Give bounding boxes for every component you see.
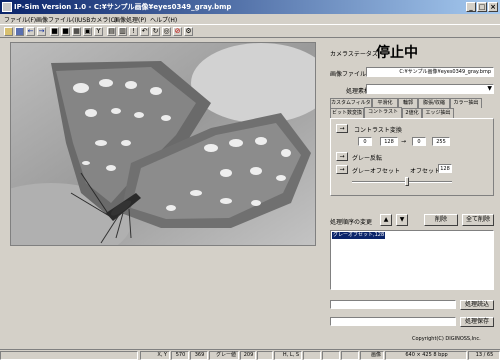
app-icon [2, 2, 12, 12]
status-l-value [322, 351, 340, 360]
status-image-label: 画像 [360, 351, 384, 360]
grid-icon[interactable]: ▦ [72, 27, 81, 36]
contrast-title: コントラスト変換 [354, 127, 402, 134]
undo-icon[interactable]: ↶ [140, 27, 149, 36]
back-arrow-icon[interactable]: ← [26, 27, 35, 36]
save-path-field[interactable] [330, 317, 456, 326]
grey-offset-button[interactable]: → [336, 165, 348, 174]
status-gray-label: グレー値 [209, 351, 239, 360]
info-icon[interactable]: ! [129, 27, 138, 36]
contrast-in-low[interactable]: 0 [358, 137, 372, 146]
status-x-value: 570 [171, 351, 189, 360]
tab-bit-depth[interactable]: ビット数変換 [330, 108, 364, 118]
toolbar: ← → ■ ■ ▦ ▣ Y ▤ ▥ ! ↶ ↻ ◎ ⊘ ⚙ [0, 24, 500, 38]
save-process-button[interactable]: 処理保存 [460, 317, 494, 327]
status-y-value: 369 [190, 351, 208, 360]
tab-contrast[interactable]: コントラスト [364, 107, 402, 118]
offset-label: オフセット [410, 168, 441, 175]
close-icon[interactable]: × [488, 2, 498, 12]
grey-invert-button[interactable]: → [336, 152, 348, 161]
butterfly-image [11, 43, 315, 245]
stop-icon[interactable]: ■ [61, 27, 70, 36]
menu-file[interactable]: ファイル(F) [4, 15, 36, 24]
save-icon[interactable] [15, 27, 24, 36]
maximize-icon[interactable]: □ [477, 2, 487, 12]
contrast-arrow-icon: → [401, 138, 407, 145]
menu-usb-camera[interactable]: USBカメラ(C) [78, 15, 117, 24]
delete-button[interactable]: 削除 [424, 214, 458, 226]
refresh-icon[interactable]: ↻ [151, 27, 160, 36]
process-order-label: 処理順序の変更 [330, 219, 373, 226]
cancel-icon[interactable]: ⊘ [173, 27, 182, 36]
contrast-apply-button[interactable]: → [336, 124, 348, 133]
status-xy-label: X, Y [140, 351, 170, 360]
load-path-field[interactable] [330, 300, 456, 309]
load-process-button[interactable]: 処理読込 [460, 300, 494, 310]
menu-help[interactable]: ヘルプ(H) [150, 15, 177, 24]
copyright-text: Copyright(C) DIGINOSS,Inc. [412, 336, 481, 342]
offset-slider-thumb[interactable] [405, 177, 409, 186]
menu-image-file[interactable]: 画像ファイル(I) [36, 15, 78, 24]
menu-bar: ファイル(F) 画像ファイル(I) USBカメラ(C) 画像処理(P) ヘルプ(… [0, 14, 500, 24]
process-list[interactable]: グレーオフセット,128 [330, 230, 494, 290]
image-file-field: C:¥サンプル画像¥eyes0349_gray.bmp [366, 67, 494, 77]
chevron-down-icon: ▼ [487, 85, 492, 92]
record-icon[interactable]: ■ [50, 27, 59, 36]
camera-status-label: カメラステータス [330, 51, 378, 58]
window-title: IP-Sim Version 1.0 - C:¥サンプル画像¥eyes0349_… [14, 3, 232, 11]
grey-invert-label: グレー反転 [352, 155, 383, 162]
status-gray-value: 209 [240, 351, 256, 360]
tab-dilate-erode[interactable]: 膨張/収縮 [418, 98, 450, 108]
delete-all-button[interactable]: 全て削除 [462, 214, 494, 226]
status-empty-segment [0, 351, 138, 360]
status-bar: X, Y 570 369 グレー値 209 H, L, S 画像 640 × 4… [0, 349, 500, 360]
contrast-in-high[interactable]: 128 [380, 137, 398, 146]
list-item[interactable]: グレーオフセット,128 [332, 232, 386, 239]
tab-color-extract[interactable]: カラー抽出 [450, 98, 482, 108]
offset-value-field[interactable]: 128 [438, 164, 452, 173]
open-folder-icon[interactable] [4, 27, 13, 36]
filter-icon[interactable]: Y [94, 27, 103, 36]
status-zoom: 13 / 65 [468, 351, 500, 360]
status-h-value [303, 351, 321, 360]
forward-arrow-icon[interactable]: → [37, 27, 46, 36]
image-viewer[interactable] [10, 42, 316, 246]
process-category-select[interactable]: ▼ [366, 84, 494, 94]
grey-offset-label: グレーオフセット [352, 168, 401, 175]
status-blank-1 [257, 351, 273, 360]
camera-status-value: 停止中 [376, 45, 418, 61]
move-up-button[interactable]: ▲ [380, 214, 392, 226]
contrast-out-high[interactable]: 255 [432, 137, 450, 146]
contrast-out-low[interactable]: 0 [412, 137, 426, 146]
paste-icon[interactable]: ▥ [118, 27, 127, 36]
status-s-value [341, 351, 359, 360]
tab-binarize[interactable]: 2値化 [402, 108, 422, 118]
status-image-size: 640 × 425 8 bpp [385, 351, 467, 360]
title-bar: IP-Sim Version 1.0 - C:¥サンプル画像¥eyes0349_… [0, 0, 500, 14]
minimize-icon[interactable]: _ [466, 2, 476, 12]
zoom-icon[interactable]: ◎ [162, 27, 171, 36]
settings-icon[interactable]: ⚙ [184, 27, 193, 36]
menu-image-processing[interactable]: 画像処理(P) [114, 15, 146, 24]
status-hls-label: H, L, S [274, 351, 302, 360]
camera-icon[interactable]: ▣ [83, 27, 92, 36]
tab-edge-extract[interactable]: エッジ抽出 [422, 108, 454, 118]
move-down-button[interactable]: ▼ [396, 214, 408, 226]
offset-slider-track[interactable] [352, 181, 452, 183]
copy-icon[interactable]: ▤ [107, 27, 116, 36]
